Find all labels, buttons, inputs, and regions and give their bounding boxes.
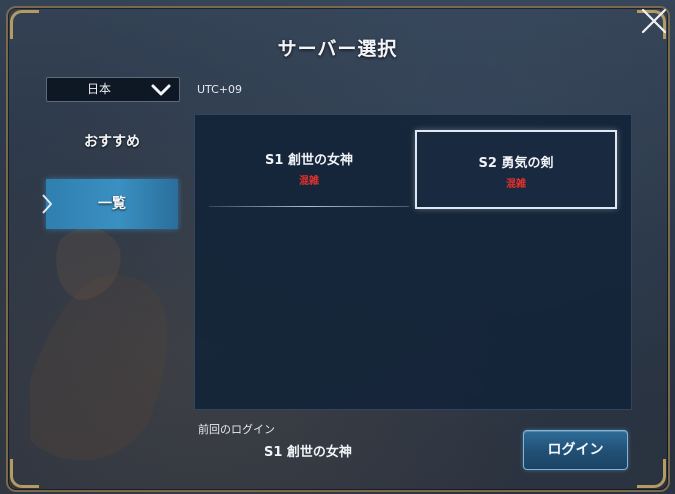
tab-recommended-label: おすすめ bbox=[84, 134, 140, 150]
last-login-label: 前回のログイン bbox=[198, 423, 275, 436]
chevron-down-icon bbox=[151, 84, 171, 96]
server-select-screen: サーバー選択 日本 UTC+09 おすすめ 一覧 S1 創世の女神 混雑 S2 … bbox=[0, 0, 675, 494]
region-dropdown[interactable]: 日本 bbox=[46, 77, 180, 102]
server-name: S2 勇気の剣 bbox=[478, 156, 554, 171]
server-status-badge: 混雑 bbox=[299, 176, 319, 187]
last-login-server: S1 創世の女神 bbox=[264, 445, 352, 460]
tab-all-servers[interactable]: 一覧 bbox=[42, 179, 178, 229]
dialog-title: サーバー選択 bbox=[277, 38, 398, 60]
region-dropdown-value: 日本 bbox=[86, 82, 111, 96]
close-icon bbox=[641, 8, 667, 34]
chevron-right-icon bbox=[42, 194, 52, 214]
close-button[interactable] bbox=[639, 6, 669, 36]
server-status-badge: 混雑 bbox=[506, 179, 526, 190]
server-item-s1[interactable]: S1 創世の女神 混雑 bbox=[209, 129, 409, 207]
login-button[interactable]: ログイン bbox=[523, 430, 628, 470]
server-item-divider bbox=[209, 206, 409, 207]
tab-all-servers-label: 一覧 bbox=[98, 196, 126, 212]
timezone-label: UTC+09 bbox=[197, 83, 243, 96]
tab-recommended[interactable]: おすすめ bbox=[46, 117, 178, 167]
server-item-s2[interactable]: S2 勇気の剣 混雑 bbox=[415, 130, 617, 209]
server-list-panel: S1 創世の女神 混雑 S2 勇気の剣 混雑 bbox=[194, 114, 632, 410]
server-name: S1 創世の女神 bbox=[265, 153, 353, 168]
